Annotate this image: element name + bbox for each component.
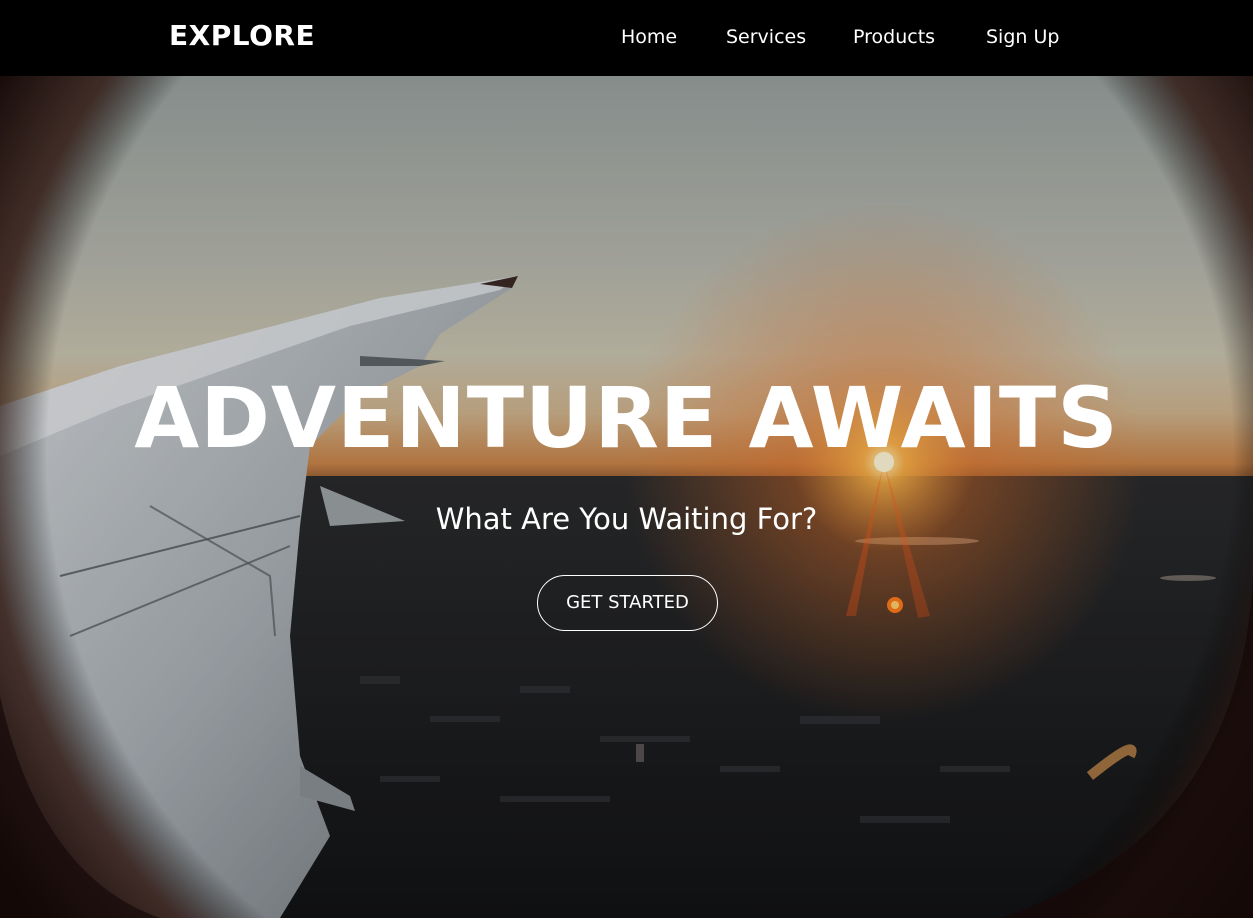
hero-section: ADVENTURE AWAITS What Are You Waiting Fo… [0,76,1253,918]
get-started-button[interactable]: GET STARTED [537,575,718,631]
nav-link-products[interactable]: Products [853,24,935,50]
nav-menu: Home Services Products Sign Up [0,0,1253,76]
nav-link-home[interactable]: Home [621,24,677,50]
hero-title: ADVENTURE AWAITS [134,369,1119,467]
hero-overlay [0,76,1253,918]
navbar: EXPLORE Home Services Products Sign Up [0,0,1253,76]
nav-link-services[interactable]: Services [726,24,806,50]
hero-subtitle: What Are You Waiting For? [435,502,818,536]
nav-link-sign-up[interactable]: Sign Up [986,24,1059,50]
